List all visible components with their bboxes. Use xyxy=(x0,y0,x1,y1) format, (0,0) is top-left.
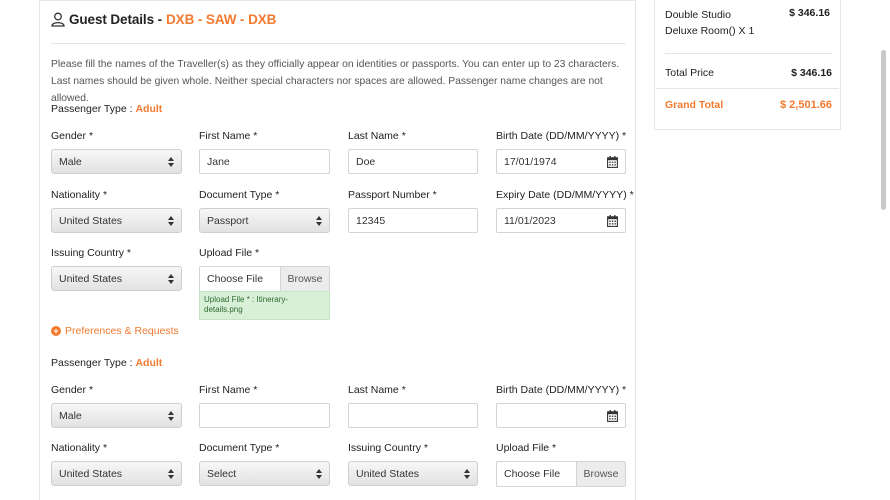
gender-label: Gender * xyxy=(51,130,94,142)
calendar-icon[interactable] xyxy=(607,215,618,227)
instructions-text: Please fill the names of the Traveller(s… xyxy=(51,59,620,104)
select-arrows-icon xyxy=(168,216,174,226)
passenger-type-label: Passenger Type : xyxy=(51,103,133,115)
birth-date-label: Birth Date (DD/MM/YYYY) * xyxy=(496,384,627,396)
upload-file-input[interactable]: Choose File Browse xyxy=(199,266,330,292)
select-arrows-icon xyxy=(168,411,174,421)
nationality-label: Nationality * xyxy=(51,189,108,201)
last-name-value: Doe xyxy=(356,155,376,168)
last-name-label: Last Name * xyxy=(348,384,406,396)
expiry-date-value: 11/01/2023 xyxy=(504,214,556,227)
last-name-label: Last Name * xyxy=(348,130,406,142)
birth-date-value: 17/01/1974 xyxy=(504,155,557,168)
select-arrows-icon xyxy=(316,469,322,479)
select-arrows-icon xyxy=(168,274,174,284)
passport-number-value: 12345 xyxy=(356,214,386,227)
document-type-select[interactable]: Passport xyxy=(199,208,330,233)
first-name-label: First Name * xyxy=(199,384,258,396)
expiry-date-input[interactable]: 11/01/2023 xyxy=(496,208,626,233)
nationality-value: United States xyxy=(59,467,123,480)
total-price-label: Total Price xyxy=(665,67,715,79)
select-arrows-icon xyxy=(464,469,470,479)
panel-top-border xyxy=(39,0,636,1)
upload-file-label: Upload File * xyxy=(496,442,557,454)
upload-success-note: Upload File * : Itinerary-details.png xyxy=(199,291,330,320)
summary-divider xyxy=(665,53,832,54)
passport-number-label: Passport Number * xyxy=(348,189,437,201)
document-type-label: Document Type * xyxy=(199,189,280,201)
grand-total-label: Grand Total xyxy=(665,99,724,111)
room-price: $ 346.16 xyxy=(789,7,830,19)
gender-label: Gender * xyxy=(51,384,94,396)
select-arrows-icon xyxy=(168,469,174,479)
first-name-value: Jane xyxy=(207,155,230,168)
total-price-value: $ 346.16 xyxy=(791,67,832,79)
nationality-select[interactable]: United States xyxy=(51,208,182,233)
calendar-icon[interactable] xyxy=(607,156,618,168)
document-type-value: Passport xyxy=(207,214,249,227)
issuing-country-label: Issuing Country * xyxy=(51,247,131,259)
gender-select[interactable]: Male xyxy=(51,149,182,174)
passenger-type-1: Passenger Type : Adult xyxy=(51,103,162,115)
issuing-country-label: Issuing Country * xyxy=(348,442,428,454)
gender-value: Male xyxy=(59,409,82,422)
gender-select[interactable]: Male xyxy=(51,403,182,428)
page-scrollbar[interactable] xyxy=(881,50,886,210)
choose-file-text: Choose File xyxy=(207,273,264,285)
heading-route: DXB - SAW - DXB xyxy=(166,12,277,27)
first-name-input[interactable] xyxy=(199,403,330,428)
upload-file-input[interactable]: Choose File Browse xyxy=(496,461,626,487)
document-type-value: Select xyxy=(207,467,237,480)
passenger-type-value: Adult xyxy=(135,103,163,115)
nationality-value: United States xyxy=(59,214,123,227)
browse-button[interactable]: Browse xyxy=(280,267,329,291)
issuing-country-select[interactable]: United States xyxy=(348,461,478,486)
upload-file-label: Upload File * xyxy=(199,247,260,259)
passport-number-input[interactable]: 12345 xyxy=(348,208,478,233)
preferences-label: Preferences & Requests xyxy=(65,325,179,337)
user-icon xyxy=(51,12,65,27)
passenger-type-label: Passenger Type : xyxy=(51,357,133,369)
birth-date-input[interactable] xyxy=(496,403,626,428)
calendar-icon[interactable] xyxy=(607,410,618,422)
issuing-country-value: United States xyxy=(356,467,420,480)
document-type-label: Document Type * xyxy=(199,442,280,454)
select-arrows-icon xyxy=(316,216,322,226)
heading-title: Guest Details - xyxy=(69,12,163,27)
select-arrows-icon xyxy=(168,157,174,167)
preferences-requests-link[interactable]: + Preferences & Requests xyxy=(51,325,179,337)
browse-button[interactable]: Browse xyxy=(576,462,625,486)
choose-file-text: Choose File xyxy=(504,468,561,480)
first-name-label: First Name * xyxy=(199,130,258,142)
plus-circle-icon: + xyxy=(51,326,61,336)
document-type-select[interactable]: Select xyxy=(199,461,330,486)
issuing-country-select[interactable]: United States xyxy=(51,266,182,291)
nationality-select[interactable]: United States xyxy=(51,461,182,486)
gender-value: Male xyxy=(59,155,82,168)
heading-divider xyxy=(51,43,626,44)
expiry-date-label: Expiry Date (DD/MM/YYYY) * xyxy=(496,189,634,201)
summary-divider xyxy=(656,88,839,89)
passenger-type-2: Passenger Type : Adult xyxy=(51,357,162,369)
nationality-label: Nationality * xyxy=(51,442,108,454)
last-name-input[interactable] xyxy=(348,403,478,428)
room-description: Double Studio Deluxe Room() X 1 xyxy=(665,9,755,37)
last-name-input[interactable]: Doe xyxy=(348,149,478,174)
guest-details-heading: Guest Details - DXB - SAW - DXB xyxy=(51,12,276,27)
issuing-country-value: United States xyxy=(59,272,123,285)
first-name-input[interactable]: Jane xyxy=(199,149,330,174)
grand-total-value: $ 2,501.66 xyxy=(780,99,832,111)
birth-date-input[interactable]: 17/01/1974 xyxy=(496,149,626,174)
birth-date-label: Birth Date (DD/MM/YYYY) * xyxy=(496,130,627,142)
passenger-type-value: Adult xyxy=(135,357,163,369)
